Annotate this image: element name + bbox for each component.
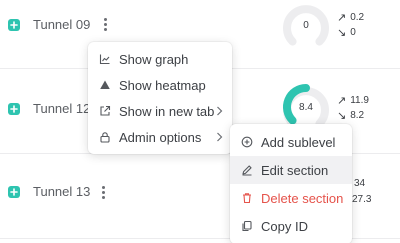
- menu-item-copy-id[interactable]: Copy ID: [230, 212, 352, 240]
- line-chart-icon: [98, 52, 112, 66]
- context-menu: Show graph Show heatmap Show in new tab …: [88, 42, 232, 154]
- expand-plus-icon[interactable]: [8, 103, 20, 115]
- menu-item-show-in-new-tab[interactable]: Show in new tab: [88, 98, 232, 124]
- expand-plus-icon[interactable]: [8, 186, 20, 198]
- menu-item-label: Edit section: [261, 162, 329, 178]
- lock-icon: [98, 130, 112, 144]
- upload-value: 11.9: [350, 95, 369, 106]
- menu-item-label: Add sublevel: [261, 134, 336, 150]
- trash-icon: [240, 191, 254, 205]
- more-options-icon[interactable]: [102, 18, 108, 31]
- download-stat: 27.3: [352, 194, 371, 205]
- menu-item-edit-section[interactable]: Edit section: [230, 156, 352, 184]
- copy-icon: [240, 219, 254, 233]
- tunnel-name: Tunnel 13: [33, 184, 91, 199]
- menu-item-label: Admin options: [119, 129, 202, 145]
- triangle-icon: [98, 78, 112, 92]
- menu-item-label: Show in new tab: [119, 103, 215, 119]
- south-east-arrow-icon: ↘: [337, 110, 347, 122]
- menu-item-admin-options[interactable]: Admin options: [88, 124, 232, 150]
- north-east-arrow-icon: ↗: [337, 95, 347, 107]
- expand-plus-icon[interactable]: [8, 19, 20, 31]
- tunnel-name: Tunnel 09: [33, 17, 91, 32]
- menu-item-label: Show heatmap: [119, 77, 206, 93]
- chevron-right-icon: [214, 106, 224, 116]
- pencil-icon: [240, 163, 254, 177]
- upload-stat: ↗ 11.9: [337, 94, 369, 107]
- download-value: 0: [350, 27, 356, 38]
- menu-item-delete-section[interactable]: Delete section: [230, 184, 352, 212]
- south-east-arrow-icon: ↘: [337, 27, 347, 39]
- menu-item-add-sublevel[interactable]: Add sublevel: [230, 128, 352, 156]
- download-stat: ↘ 0: [337, 26, 356, 39]
- upload-stat: 34: [354, 178, 365, 189]
- menu-item-show-graph[interactable]: Show graph: [88, 46, 232, 72]
- download-value: 27.3: [352, 194, 372, 205]
- menu-item-label: Copy ID: [261, 218, 308, 234]
- external-link-icon: [98, 104, 112, 118]
- chevron-right-icon: [214, 132, 224, 142]
- menu-item-show-heatmap[interactable]: Show heatmap: [88, 72, 232, 98]
- menu-item-label: Delete section: [261, 190, 344, 206]
- upload-value: 34: [354, 178, 366, 189]
- download-value: 8.2: [350, 110, 365, 121]
- upload-value: 0.2: [350, 12, 365, 23]
- download-stat: ↘ 8.2: [337, 109, 364, 122]
- plus-circle-icon: [240, 135, 254, 149]
- menu-item-label: Show graph: [119, 51, 189, 67]
- upload-stat: ↗ 0.2: [337, 11, 364, 24]
- tunnel-name: Tunnel 12: [33, 101, 91, 116]
- more-options-icon[interactable]: [100, 186, 106, 199]
- north-east-arrow-icon: ↗: [337, 12, 347, 24]
- admin-submenu: Add sublevel Edit section Delete section…: [230, 124, 352, 243]
- gauge-value: 0: [303, 19, 309, 31]
